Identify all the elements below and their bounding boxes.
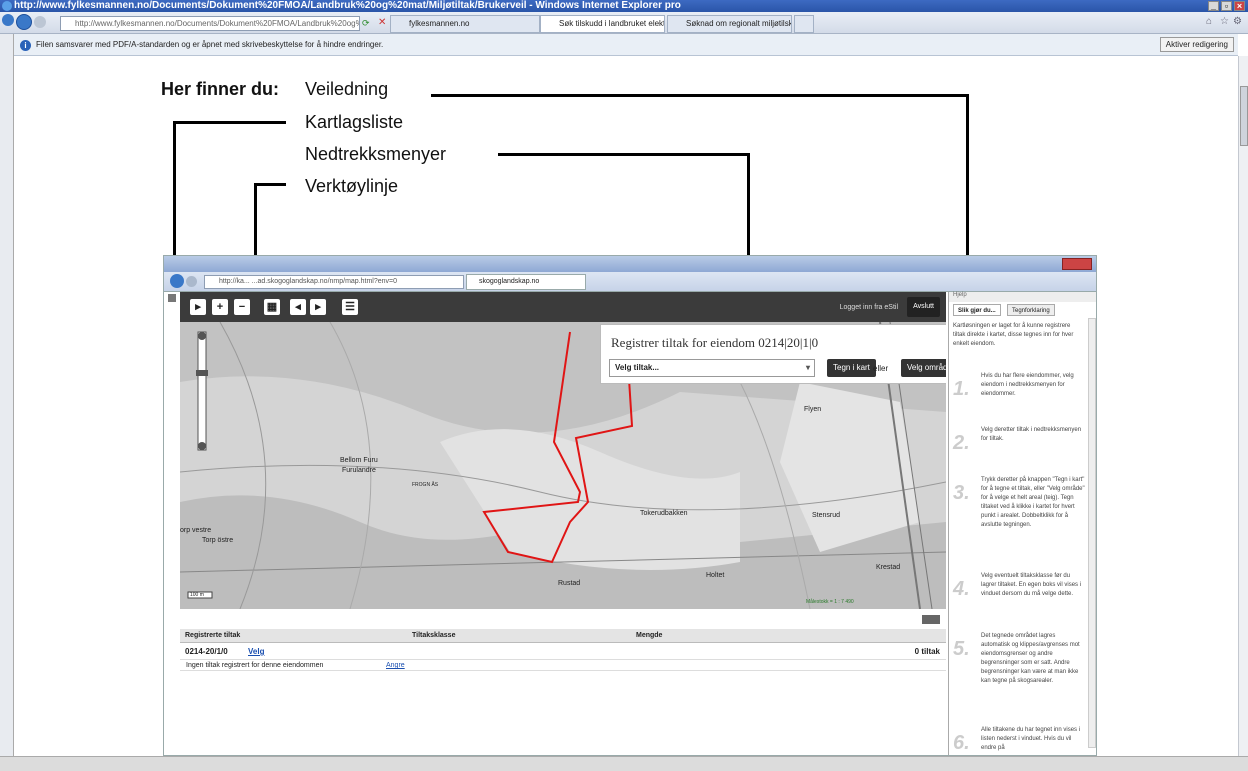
map-canvas: Bellom Furu Furulandre FROGN ÅS orp vest…	[180, 322, 946, 609]
legend-kartlagsliste: Kartlagsliste	[305, 112, 404, 132]
registered-measures-table: Registrerte tiltak Tiltaksklasse Mengde …	[180, 609, 946, 755]
zoom-out-icon: −	[234, 299, 250, 315]
minimize-icon[interactable]: _	[1208, 1, 1219, 11]
next-extent-icon: ▸	[310, 299, 326, 315]
map-toolbar: ▸ + − ▦ ◂ ▸ ☰ Logget inn fra eStil Avslu…	[180, 292, 946, 322]
map-label: Furulandre	[342, 467, 376, 474]
list-icon: ☰	[342, 299, 358, 315]
exit-button: Avslutt	[907, 297, 940, 317]
chevron-down-icon: ▾	[805, 363, 810, 372]
arrow-nedtrekksmenyer-line	[498, 153, 750, 156]
empty-message: Ingen tiltak registrert for denne eiendo…	[186, 662, 324, 669]
close-icon[interactable]: ×	[1234, 1, 1245, 11]
embedded-map-screenshot: http://ka... ...ad.skogoglandskap.no/nmp…	[163, 255, 1097, 756]
help-icon[interactable]	[2, 14, 14, 26]
scrollbar-thumb[interactable]	[1240, 86, 1248, 146]
or-text: eller	[873, 364, 889, 373]
help-sidebar: Hjelp Slik gjør du... Tegnforklaring Kar…	[948, 292, 1096, 755]
address-bar[interactable]: http://www.fylkesmannen.no/Documents/Dok…	[60, 16, 360, 31]
map-label: orp vestre	[180, 527, 212, 534]
select-measure-dropdown: Velg tiltak... ▾	[609, 359, 815, 377]
property-id: 0214-20/1/0	[185, 647, 228, 656]
column-header: Registrerte tiltak	[185, 632, 241, 639]
tab-legend: Tegnforklaring	[1007, 304, 1055, 316]
map-label: Krestad	[876, 564, 901, 571]
draw-in-map-button: Tegn i kart	[827, 359, 876, 377]
info-icon: i	[20, 40, 31, 51]
map-label: Holtet	[706, 572, 725, 579]
info-message: Filen samsvarer med PDF/A-standarden og …	[36, 40, 384, 49]
legend-verktoylinje: Verktøylinje	[305, 176, 399, 196]
window-title: http://www.fylkesmannen.no/Documents/Dok…	[14, 0, 681, 11]
home-icon[interactable]: ⌂	[1206, 16, 1212, 27]
map-scale-bar-label: 100 m	[190, 592, 204, 598]
panel-controls-icon	[922, 615, 940, 624]
column-header: Tiltaksklasse	[412, 632, 456, 639]
logged-in-text: Logget inn fra eStil	[839, 304, 898, 311]
new-tab-button[interactable]	[794, 15, 814, 33]
inner-tab: skogoglandskap.no	[466, 274, 586, 290]
enable-editing-button[interactable]: Aktiver redigering	[1159, 37, 1234, 52]
tab-soknad-miljotilskudd[interactable]: Søknad om regionalt miljøtilskudd	[667, 15, 792, 33]
tab-fylkesmannen[interactable]: fylkesmannen.no	[390, 15, 540, 33]
previous-extent-icon: ◂	[290, 299, 306, 315]
select-area-button: Velg område	[901, 359, 946, 377]
help-header: Hjelp	[949, 292, 1096, 302]
arrow-veiledning-line	[431, 94, 969, 97]
select-pointer-icon: ▸	[190, 299, 206, 315]
browser-nav-bar: http://www.fylkesmannen.no/Documents/Dok…	[0, 12, 1248, 34]
status-bar	[0, 756, 1248, 771]
legend-nedtrekksmenyer: Nedtrekksmenyer	[305, 144, 447, 164]
inner-title-bar	[164, 256, 1096, 272]
tab-sok-tilskudd[interactable]: Søk tilskudd i landbruket elektro...	[540, 15, 665, 33]
inner-forward-icon	[186, 276, 197, 287]
restore-icon[interactable]: ▫	[1221, 1, 1232, 11]
table-header: Registrerte tiltak Tiltaksklasse Mengde	[180, 629, 946, 643]
register-panel: Registrer tiltak for eiendom 0214|20|1|0…	[600, 324, 946, 384]
map-label: FROGN ÅS	[412, 482, 439, 488]
inner-close-icon	[1062, 258, 1092, 270]
page-scrollbar[interactable]	[1238, 56, 1248, 756]
select-link: Velg	[248, 647, 265, 656]
forward-icon[interactable]	[34, 16, 46, 28]
info-bar: i Filen samsvarer med PDF/A-standarden o…	[14, 34, 1238, 56]
help-intro: Kartløsningen er laget for å kunne regis…	[953, 323, 1074, 347]
favorites-icon[interactable]: ☆	[1220, 16, 1229, 27]
map-label: Tokerudbakken	[640, 510, 688, 517]
ie-logo-icon	[2, 1, 12, 11]
map-scale-text: Målestokk = 1 : 7 490	[806, 599, 854, 605]
map-label: Torp östre	[202, 537, 234, 544]
map-label: Bellom Furu	[340, 457, 378, 464]
arrow-kartlagsliste-line	[173, 121, 286, 124]
map-label: Rustad	[558, 580, 581, 587]
column-header: Mengde	[636, 632, 663, 639]
left-panel-strip	[0, 34, 14, 771]
legend-intro: Her finner du:	[161, 79, 280, 99]
table-row: 0214-20/1/0 Velg 0 tiltak	[180, 645, 946, 659]
map-label: Flyen	[804, 406, 822, 413]
register-title: Registrer tiltak for eiendom 0214|20|1|0	[611, 335, 819, 350]
legend-veiledning: Veiledning	[305, 79, 389, 99]
measure-count: 0 tiltak	[914, 647, 940, 656]
zoom-in-icon: +	[212, 299, 228, 315]
stop-icon[interactable]: ✕	[378, 17, 386, 28]
map-label: Stensrud	[812, 512, 841, 519]
gear-icon[interactable]: ⚙	[1233, 16, 1242, 27]
layer-list-toggle-icon	[168, 294, 176, 302]
help-scrollbar	[1088, 318, 1096, 748]
inner-nav-bar: http://ka... ...ad.skogoglandskap.no/nmp…	[164, 272, 1096, 292]
table-row: Ingen tiltak registrert for denne eiendo…	[180, 659, 946, 671]
tab-how-to: Slik gjør du...	[953, 304, 1001, 316]
arrow-verktoylinje-line	[254, 183, 286, 186]
full-extent-icon: ▦	[264, 299, 280, 315]
inner-address-bar: http://ka... ...ad.skogoglandskap.no/nmp…	[204, 275, 464, 289]
back-icon[interactable]	[16, 14, 32, 30]
window-title-bar: http://www.fylkesmannen.no/Documents/Dok…	[0, 0, 1248, 12]
inner-back-icon	[170, 274, 184, 288]
refresh-icon[interactable]: ⟳	[362, 18, 370, 29]
undo-link: Angre	[386, 662, 405, 669]
